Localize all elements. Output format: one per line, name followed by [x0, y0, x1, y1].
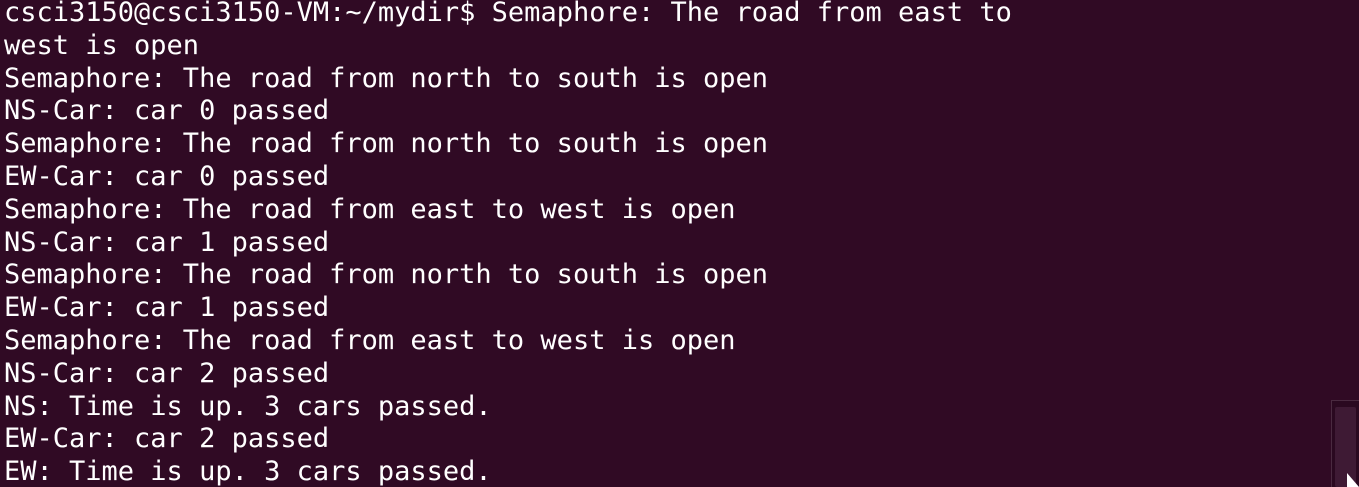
terminal-line-2: west is open: [4, 29, 200, 61]
terminal-line-3: Semaphore: The road from north to south …: [4, 62, 769, 94]
terminal-line-5: Semaphore: The road from north to south …: [4, 128, 769, 160]
terminal-window[interactable]: csci3150@csci3150-VM:~/mydir$ Semaphore:…: [0, 0, 1359, 487]
terminal-line-10: EW-Car: car 1 passed: [4, 292, 330, 324]
terminal-output: Semaphore: The road from east to: [491, 0, 1012, 28]
terminal-line-15: EW: Time is up. 3 cars passed.: [4, 456, 492, 487]
terminal-line-13: NS: Time is up. 3 cars passed.: [4, 390, 492, 422]
mouse-pointer-icon: [1347, 473, 1359, 487]
terminal-line-12: NS-Car: car 2 passed: [4, 357, 330, 389]
terminal-line-7: Semaphore: The road from east to west is…: [4, 193, 736, 225]
terminal-line-4: NS-Car: car 0 passed: [4, 95, 330, 127]
terminal-line-11: Semaphore: The road from east to west is…: [4, 324, 736, 356]
terminal-line-1: csci3150@csci3150-VM:~/mydir$ Semaphore:…: [4, 0, 1359, 30]
terminal-line-14: EW-Car: car 2 passed: [4, 423, 330, 455]
terminal-line-8: NS-Car: car 1 passed: [4, 226, 330, 258]
terminal-line-6: EW-Car: car 0 passed: [4, 160, 330, 192]
shell-prompt: csci3150@csci3150-VM:~/mydir$: [4, 0, 492, 28]
terminal-line-9: Semaphore: The road from north to south …: [4, 259, 769, 291]
